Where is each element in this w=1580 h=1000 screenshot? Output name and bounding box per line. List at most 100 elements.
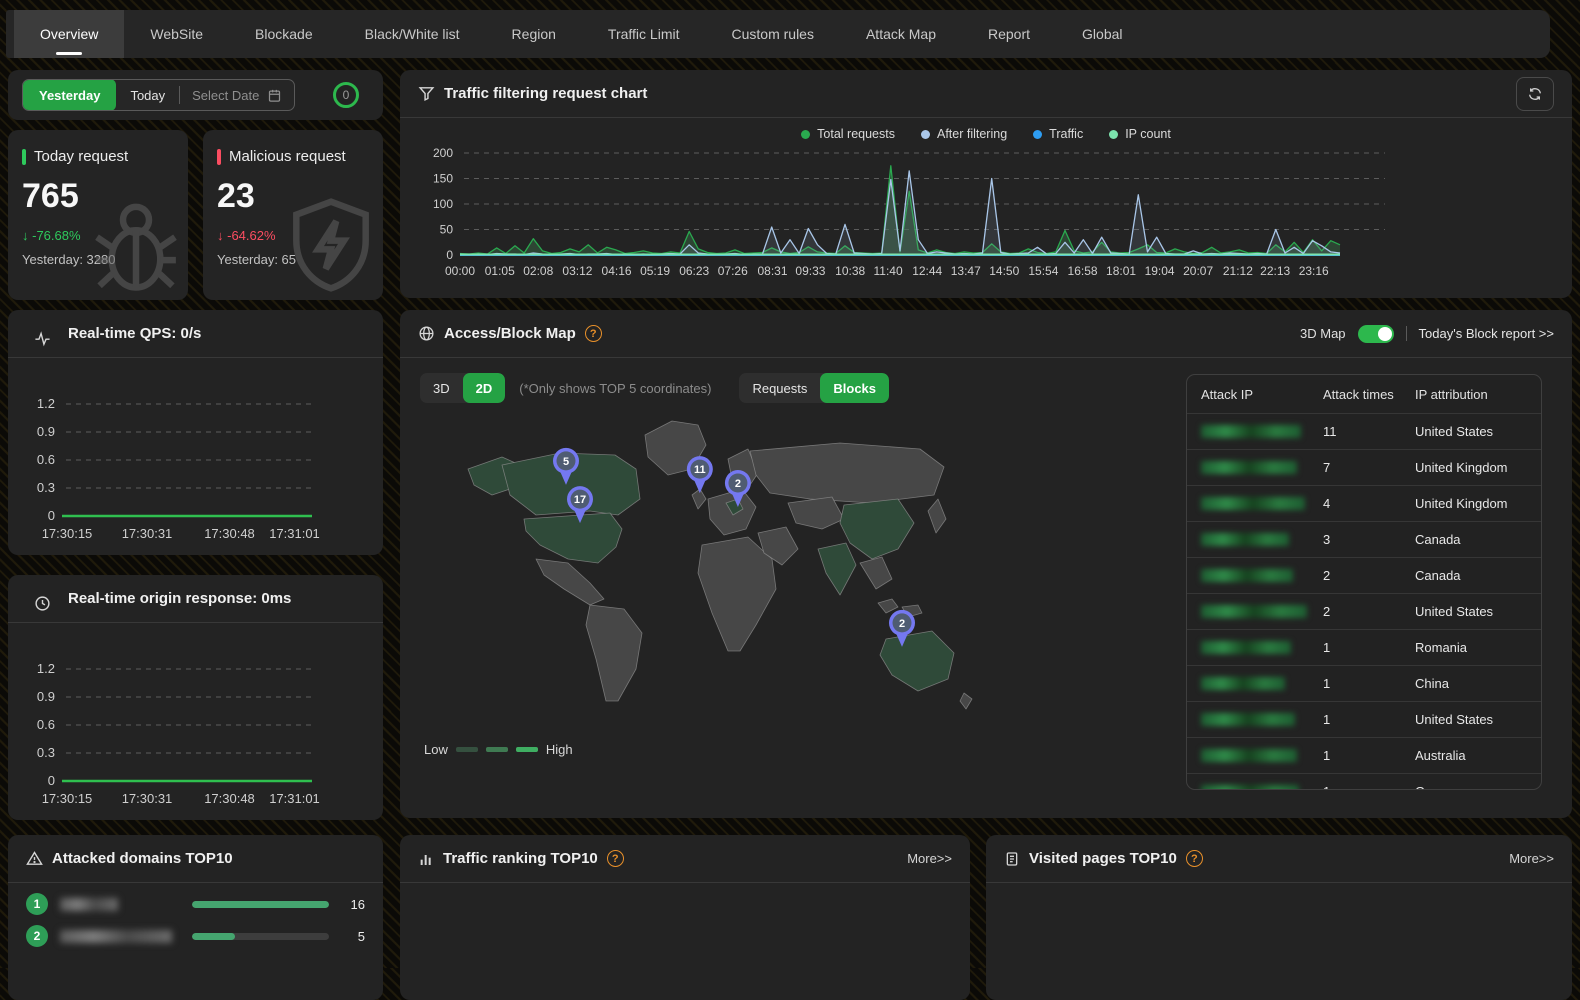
svg-text:14:50: 14:50: [989, 264, 1019, 278]
attack-table-header: Attack IPAttack timesIP attribution: [1187, 375, 1541, 413]
svg-text:13:47: 13:47: [951, 264, 981, 278]
svg-text:17:30:15: 17:30:15: [42, 791, 93, 806]
map-3d-toggle[interactable]: [1358, 325, 1394, 343]
attack-table-row[interactable]: 2United States: [1187, 593, 1541, 629]
nav-tab-traffic-limit[interactable]: Traffic Limit: [582, 10, 706, 58]
refresh-button[interactable]: [1516, 77, 1554, 111]
attack-times-cell: 1: [1323, 676, 1415, 691]
access-block-map-panel: Access/Block Map ? 3D Map Today's Block …: [400, 310, 1572, 818]
visited-pages-help-icon[interactable]: ?: [1186, 850, 1203, 867]
svg-text:17:30:31: 17:30:31: [122, 526, 173, 541]
nav-tab-black-white-list[interactable]: Black/White list: [339, 10, 486, 58]
attack-table-row[interactable]: 1Germany: [1187, 773, 1541, 790]
yesterday-button[interactable]: Yesterday: [23, 79, 116, 111]
legend-item-traffic[interactable]: Traffic: [1033, 127, 1083, 141]
attack-table-row[interactable]: 1China: [1187, 665, 1541, 701]
visited-pages-title: Visited pages TOP10: [1029, 850, 1177, 867]
attack-times-cell: 1: [1323, 640, 1415, 655]
attacked-domain-row[interactable]: 25: [8, 915, 383, 947]
ip-attribution-cell: United Kingdom: [1415, 460, 1527, 475]
attack-table-row[interactable]: 4United Kingdom: [1187, 485, 1541, 521]
legend-item-total-requests[interactable]: Total requests: [801, 127, 895, 141]
attack-times-cell: 7: [1323, 460, 1415, 475]
legend-dot: [1109, 130, 1118, 139]
nav-tab-report[interactable]: Report: [962, 10, 1056, 58]
visited-pages-more-link[interactable]: More>>: [1509, 851, 1554, 866]
nav-tab-website[interactable]: WebSite: [124, 10, 229, 58]
select-date-input[interactable]: Select Date: [180, 79, 294, 111]
masked-ip-value: [1201, 533, 1289, 546]
traffic-ranking-help-icon[interactable]: ?: [607, 850, 624, 867]
attack-ip-cell: [1201, 425, 1323, 438]
svg-text:15:54: 15:54: [1028, 264, 1058, 278]
map-russia: [750, 443, 944, 503]
ip-attribution-cell: Romania: [1415, 640, 1527, 655]
nav-tab-region[interactable]: Region: [486, 10, 582, 58]
attack-table-row[interactable]: 11United States: [1187, 413, 1541, 449]
map-view-button-3d[interactable]: 3D: [420, 373, 463, 403]
select-date-placeholder: Select Date: [192, 88, 259, 103]
ip-attribution-cell: United States: [1415, 712, 1527, 727]
stat-accent-bar: [22, 149, 26, 165]
attacked-domains-panel: Attacked domains TOP10 11625: [8, 835, 383, 1000]
attack-times-cell: 1: [1323, 784, 1415, 790]
svg-text:17:30:48: 17:30:48: [204, 791, 255, 806]
attack-ip-cell: [1201, 461, 1323, 474]
legend-dash-mid: [486, 747, 508, 752]
qps-title: Real-time QPS: 0/s: [68, 325, 201, 342]
block-report-link[interactable]: Today's Block report >>: [1419, 326, 1554, 341]
svg-text:22:13: 22:13: [1260, 264, 1290, 278]
legend-item-after-filtering[interactable]: After filtering: [921, 127, 1007, 141]
attack-ip-cell: [1201, 533, 1323, 546]
map-help-icon[interactable]: ?: [585, 325, 602, 342]
attack-count-bar-fill: [192, 933, 234, 940]
traffic-ranking-more-link[interactable]: More>>: [907, 851, 952, 866]
traffic-chart-svg: 05010015020000:0001:0502:0803:1204:1605:…: [410, 143, 1560, 291]
ip-attribution-cell: United States: [1415, 604, 1527, 619]
map-data-button-blocks[interactable]: Blocks: [820, 373, 889, 403]
attack-table-row[interactable]: 2Canada: [1187, 557, 1541, 593]
masked-ip-value: [1201, 785, 1299, 790]
map-pin-united-kingdom[interactable]: 11: [687, 456, 713, 493]
masked-ip-value: [1201, 749, 1297, 762]
attack-table-row[interactable]: 7United Kingdom: [1187, 449, 1541, 485]
svg-text:04:16: 04:16: [602, 264, 632, 278]
attacked-domain-row[interactable]: 116: [8, 883, 383, 915]
svg-text:01:05: 01:05: [485, 264, 515, 278]
attack-ip-table: Attack IPAttack timesIP attribution11Uni…: [1186, 374, 1542, 790]
svg-text:50: 50: [440, 223, 454, 237]
attack-table-row[interactable]: 1Australia: [1187, 737, 1541, 773]
traffic-ranking-panel: Traffic ranking TOP10 ? More>>: [400, 835, 970, 1000]
rank-badge: 1: [26, 893, 48, 915]
ip-attribution-cell: Canada: [1415, 568, 1527, 583]
nav-tab-global[interactable]: Global: [1056, 10, 1148, 58]
attack-table-row[interactable]: 3Canada: [1187, 521, 1541, 557]
nav-tab-overview[interactable]: Overview: [14, 10, 124, 58]
top-nav: OverviewWebSiteBlockadeBlack/White listR…: [6, 10, 1550, 58]
attack-times-cell: 2: [1323, 604, 1415, 619]
nav-tab-custom-rules[interactable]: Custom rules: [706, 10, 840, 58]
legend-item-ip-count[interactable]: IP count: [1109, 127, 1171, 141]
svg-text:05:19: 05:19: [640, 264, 670, 278]
masked-ip-value: [1201, 425, 1301, 438]
visited-pages-panel: Visited pages TOP10 ? More>>: [986, 835, 1572, 1000]
map-data-button-requests[interactable]: Requests: [739, 373, 820, 403]
pulse-icon: [26, 320, 59, 347]
origin-chart-svg: 00.30.60.91.217:30:1517:30:3117:30:4817:…: [16, 633, 374, 815]
attack-table-row[interactable]: 1United States: [1187, 701, 1541, 737]
attack-ip-cell: [1201, 497, 1323, 510]
masked-ip-value: [1201, 713, 1295, 726]
qps-chart-svg: 00.30.60.91.217:30:1517:30:3117:30:4817:…: [16, 368, 374, 550]
nav-tab-blockade[interactable]: Blockade: [229, 10, 339, 58]
map-africa: [698, 537, 776, 651]
legend-dot: [921, 130, 930, 139]
stat-label: Malicious request: [217, 148, 369, 165]
map-view-button-2d[interactable]: 2D: [463, 373, 506, 403]
today-button[interactable]: Today: [116, 79, 179, 111]
legend-label: IP count: [1125, 127, 1171, 141]
nav-tab-attack-map[interactable]: Attack Map: [840, 10, 962, 58]
masked-ip-value: [1201, 461, 1297, 474]
attack-table-row[interactable]: 1Romania: [1187, 629, 1541, 665]
refresh-countdown-ring[interactable]: 0: [333, 82, 359, 108]
svg-text:06:23: 06:23: [679, 264, 709, 278]
